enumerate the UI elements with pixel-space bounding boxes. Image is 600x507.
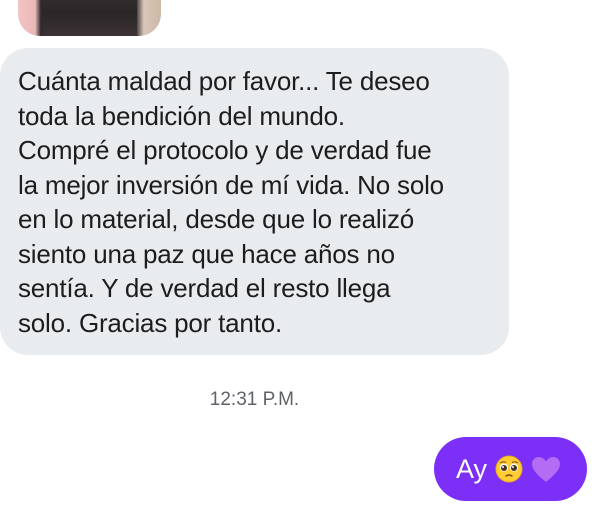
image-content (42, 0, 137, 36)
chat-thread: Cuánta maldad por favor... Te deseo toda… (0, 0, 600, 507)
pleading-face-icon (495, 455, 523, 483)
sent-message-bubble[interactable]: Ay (434, 437, 587, 501)
sent-message-text: Ay (456, 453, 488, 484)
purple-heart-icon (532, 456, 561, 482)
received-message-bubble[interactable]: Cuánta maldad por favor... Te deseo toda… (0, 48, 509, 355)
received-message-text: Cuánta maldad por favor... Te deseo toda… (18, 66, 444, 338)
message-timestamp: 12:31 P.M. (209, 389, 300, 410)
image-attachment[interactable] (18, 0, 161, 36)
